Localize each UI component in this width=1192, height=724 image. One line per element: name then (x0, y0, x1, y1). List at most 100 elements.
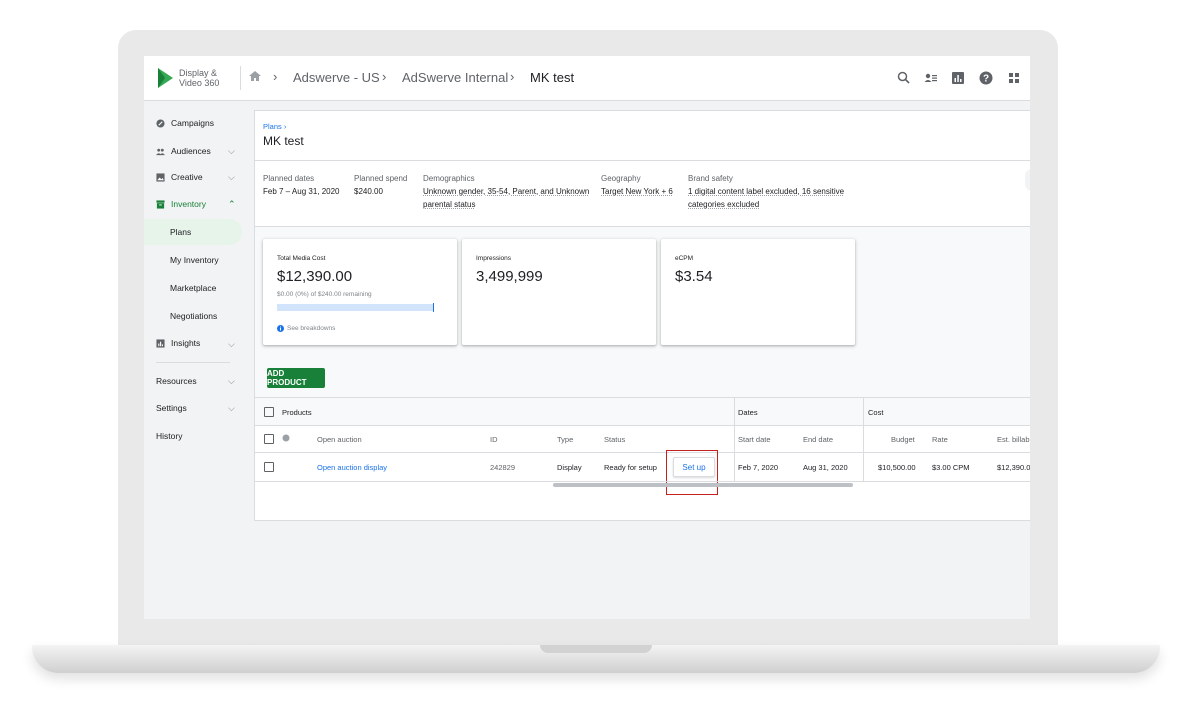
breadcrumb-partner[interactable]: Adswerve - US (293, 70, 380, 85)
spend-progress-fill (277, 304, 434, 311)
start-date: Feb 7, 2020 (738, 463, 779, 472)
planned-dates-label: Planned dates (263, 174, 315, 183)
select-all-checkbox[interactable] (264, 407, 274, 417)
inventory-icon (156, 199, 165, 209)
sidebar-item-campaigns[interactable]: Campaigns (156, 112, 242, 134)
top-bar: Display & Video 360 › Adswerve - US › Ad… (144, 56, 1030, 101)
sidebar-item-plans[interactable]: Plans (170, 227, 191, 237)
svg-text:?: ? (983, 74, 989, 85)
chevron-up-icon[interactable]: ⌃ (228, 199, 236, 210)
apps-icon[interactable] (1006, 70, 1022, 86)
dates-group-label: Dates (738, 408, 758, 417)
spend-progress-marker (432, 303, 434, 312)
products-group-label: Products (282, 408, 312, 417)
sidebar-item-label: Audiences (171, 146, 211, 156)
total-media-cost-card: Total Media Cost $12,390.00 $0.00 (0%) o… (263, 239, 457, 345)
brand-safety-label: Brand safety (688, 174, 733, 183)
laptop-notch (540, 645, 652, 653)
info-icon (277, 325, 284, 332)
cost-group-label: Cost (868, 408, 884, 417)
chevron-right-icon: › (510, 69, 515, 84)
creative-icon (156, 172, 165, 182)
plans-breadcrumb[interactable]: Plans › (263, 122, 286, 131)
end-date: Aug 31, 2020 (803, 463, 848, 472)
table-group-header (255, 398, 1030, 425)
column-header-end-date[interactable]: End date (803, 435, 833, 444)
panel-toggle[interactable] (1025, 169, 1030, 191)
budget-value: $10,500.00 (878, 463, 916, 472)
impressions-value: 3,499,999 (476, 268, 543, 285)
chevron-down-icon[interactable]: ⌵ (228, 339, 235, 350)
sidebar-item-label: Inventory (171, 199, 206, 209)
total-media-cost-label: Total Media Cost (277, 255, 326, 262)
app-name: Display & Video 360 (179, 68, 220, 88)
geography-value[interactable]: Target New York + 6 (601, 187, 673, 196)
planned-spend-value: $240.00 (354, 187, 383, 196)
chevron-right-icon: › (382, 69, 387, 84)
sidebar-item-resources[interactable]: Resources (156, 376, 197, 386)
home-icon[interactable] (248, 69, 262, 83)
rate-value: $3.00 CPM (932, 463, 970, 472)
sidebar-item-marketplace[interactable]: Marketplace (170, 283, 216, 293)
ecpm-value: $3.54 (675, 268, 713, 285)
column-header-start-date[interactable]: Start date (738, 435, 771, 444)
sidebar-item-label: Creative (171, 172, 203, 182)
product-name-link[interactable]: Open auction display (317, 463, 387, 472)
sidebar-item-label: Insights (171, 338, 201, 348)
breadcrumb-plan[interactable]: MK test (530, 70, 574, 85)
dv360-logo-icon[interactable] (156, 67, 174, 89)
account-switch-icon[interactable] (923, 70, 939, 86)
column-header-open-auction[interactable]: Open auction (317, 435, 362, 444)
campaigns-icon (156, 118, 165, 128)
demographics-value-line2[interactable]: parental status (423, 200, 475, 209)
chevron-down-icon[interactable]: ⌵ (228, 376, 235, 387)
brand-safety-value-line1[interactable]: 1 digital content label excluded, 16 sen… (688, 187, 844, 196)
chevron-down-icon[interactable]: ⌵ (228, 172, 235, 183)
help-icon[interactable]: ? (978, 70, 994, 86)
column-header-type[interactable]: Type (557, 435, 573, 444)
product-type: Display (557, 463, 582, 472)
header-checkbox[interactable] (264, 434, 274, 444)
sidebar-item-plans-highlight (144, 219, 242, 245)
planned-dates-value: Feb 7 – Aug 31, 2020 (263, 187, 340, 196)
product-id: 242829 (490, 463, 516, 472)
spend-progress-bar (277, 303, 434, 312)
column-header-id[interactable]: ID (490, 435, 498, 444)
insights-icon (156, 338, 165, 348)
column-header-rate[interactable]: Rate (932, 435, 948, 444)
header-divider (240, 66, 241, 90)
add-product-button[interactable]: ADD PRODUCT (267, 368, 325, 388)
see-breakdowns-link[interactable]: See breakdowns (287, 325, 335, 332)
divider (255, 481, 1030, 482)
reports-icon[interactable] (950, 70, 966, 86)
product-status: Ready for setup (604, 463, 657, 472)
total-media-cost-value: $12,390.00 (277, 268, 353, 285)
chevron-right-icon: › (273, 69, 278, 84)
column-header-budget[interactable]: Budget (891, 435, 915, 444)
sidebar-item-history[interactable]: History (156, 431, 182, 441)
column-header-est-billable[interactable]: Est. billable (997, 435, 1030, 444)
set-up-button[interactable]: Set up (673, 457, 715, 477)
page-title: MK test (263, 134, 304, 148)
breadcrumb-advertiser[interactable]: AdSwerve Internal (402, 70, 508, 85)
est-billable-value: $12,390.00 (997, 463, 1030, 472)
search-icon[interactable] (896, 70, 912, 86)
sidebar-item-my-inventory[interactable]: My Inventory (170, 255, 219, 265)
demographics-value-line1[interactable]: Unknown gender, 35-54, Parent, and Unkno… (423, 187, 589, 196)
planned-spend-label: Planned spend (354, 174, 408, 183)
chevron-down-icon[interactable]: ⌵ (228, 403, 235, 414)
sidebar-divider (156, 362, 230, 363)
ecpm-label: eCPM (675, 255, 694, 262)
sidebar-item-negotiations[interactable]: Negotiations (170, 311, 217, 321)
horizontal-scrollbar[interactable] (553, 483, 853, 487)
row-checkbox[interactable] (264, 462, 274, 472)
chevron-down-icon[interactable]: ⌵ (228, 146, 235, 157)
audiences-icon (156, 148, 165, 155)
divider (255, 160, 1030, 161)
brand-safety-value-line2[interactable]: categories excluded (688, 200, 759, 209)
sidebar-item-settings[interactable]: Settings (156, 403, 187, 413)
divider (255, 425, 1030, 426)
remaining-text: $0.00 (0%) of $240.00 remaining (277, 291, 372, 298)
column-header-status[interactable]: Status (604, 435, 625, 444)
screen: Display & Video 360 › Adswerve - US › Ad… (144, 56, 1030, 619)
